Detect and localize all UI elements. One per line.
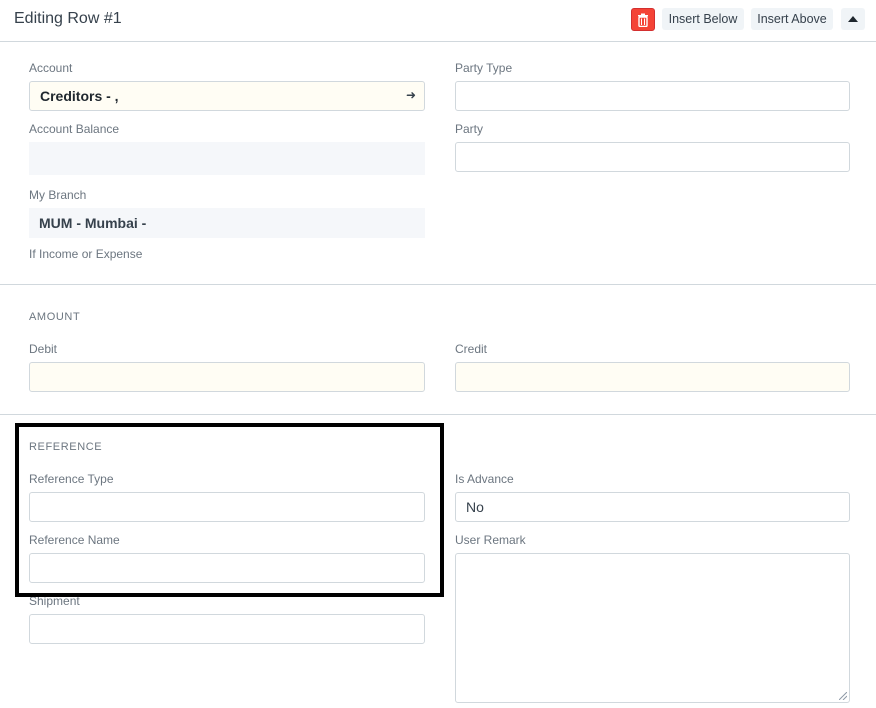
party-field[interactable] (455, 142, 850, 172)
resize-handle-icon[interactable] (839, 692, 847, 700)
reference-name-label: Reference Name (29, 533, 120, 547)
my-branch-label: My Branch (29, 188, 87, 202)
credit-field[interactable] (455, 362, 850, 392)
collapse-button[interactable] (841, 8, 865, 30)
debit-field[interactable] (29, 362, 425, 392)
debit-label: Debit (29, 342, 58, 356)
amount-section-title: AMOUNT (29, 311, 81, 323)
is-advance-select[interactable]: No (455, 492, 850, 522)
insert-above-button[interactable]: Insert Above (751, 8, 833, 30)
account-balance-label: Account Balance (29, 122, 120, 136)
trash-icon (638, 13, 648, 27)
caret-up-icon (848, 16, 858, 22)
account-label: Account (29, 61, 73, 75)
reference-type-field[interactable] (29, 492, 425, 522)
reference-section-title: REFERENCE (29, 441, 103, 453)
reference-type-label: Reference Type (29, 472, 114, 486)
income-expense-label: If Income or Expense (29, 247, 143, 261)
is-advance-value: No (466, 499, 484, 515)
section-divider (0, 414, 876, 415)
party-type-field[interactable] (455, 81, 850, 111)
user-remark-label: User Remark (455, 533, 526, 547)
party-type-label: Party Type (455, 61, 513, 75)
account-balance-value (29, 142, 425, 175)
party-label: Party (455, 122, 484, 136)
dialog-header: Editing Row #1 Insert Below Insert Above (0, 0, 876, 42)
account-value: Creditors - , (40, 88, 119, 104)
my-branch-value: MUM - Mumbai - (29, 208, 425, 238)
delete-row-button[interactable] (631, 8, 655, 31)
insert-below-button[interactable]: Insert Below (662, 8, 744, 30)
credit-label: Credit (455, 342, 488, 356)
reference-name-field[interactable] (29, 553, 425, 583)
arrow-right-icon[interactable]: ➜ (406, 88, 416, 102)
shipment-label: Shipment (29, 594, 80, 608)
section-divider (0, 284, 876, 285)
is-advance-label: Is Advance (455, 472, 514, 486)
account-field[interactable]: Creditors - , ➜ (29, 81, 425, 111)
user-remark-textarea[interactable] (455, 553, 850, 703)
shipment-field[interactable] (29, 614, 425, 644)
dialog-title: Editing Row #1 (14, 10, 122, 27)
